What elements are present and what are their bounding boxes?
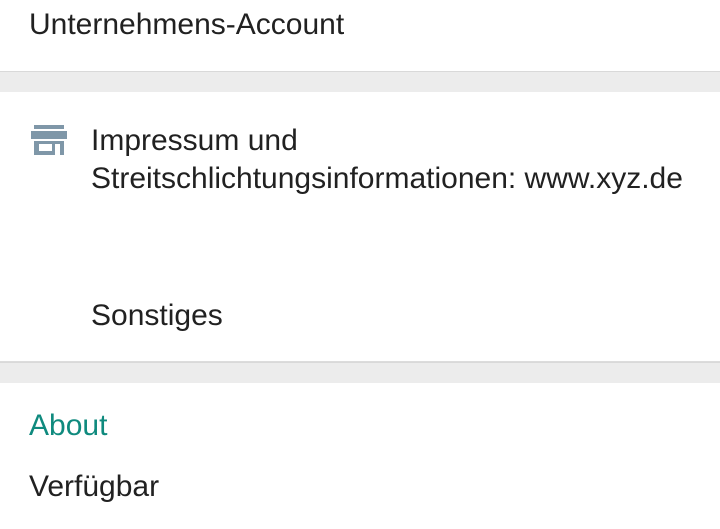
about-header: About <box>29 409 108 442</box>
section-divider <box>0 71 720 92</box>
business-account-label: Unternehmens-Account <box>29 8 345 41</box>
business-account-section: Unternehmens-Account <box>0 0 720 71</box>
other-text: Sonstiges <box>91 299 223 332</box>
store-icon <box>31 125 67 157</box>
impressum-text: Impressum und Streitschlichtungsinformat… <box>91 124 683 195</box>
section-divider <box>0 362 720 383</box>
about-section: About Verfügbar <box>0 383 720 528</box>
about-status[interactable]: Verfügbar <box>29 468 159 506</box>
impressum-row[interactable]: Impressum und Streitschlichtungsinformat… <box>0 92 720 262</box>
